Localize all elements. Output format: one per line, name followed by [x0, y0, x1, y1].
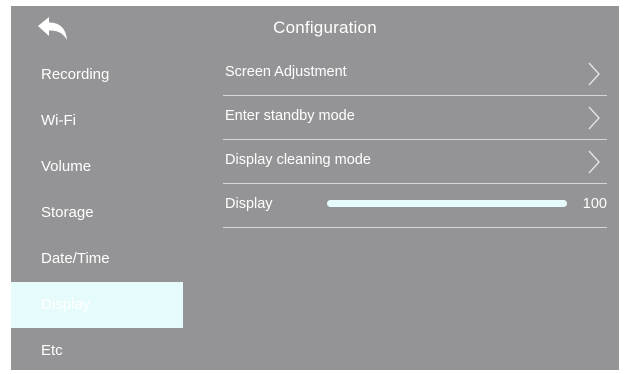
sidebar-item-label: Etc	[41, 342, 63, 359]
screen-adjustment-item[interactable]: Screen Adjustment	[223, 52, 607, 96]
enter-standby-mode-item[interactable]: Enter standby mode	[223, 96, 607, 140]
sidebar-item-wifi[interactable]: Wi-Fi	[11, 98, 183, 144]
chevron-right-icon	[588, 150, 600, 174]
sidebar-item-label: Storage	[41, 204, 94, 221]
display-cleaning-mode-item[interactable]: Display cleaning mode	[223, 140, 607, 184]
chevron-right-icon	[588, 62, 600, 86]
item-label: Display cleaning mode	[225, 152, 371, 168]
sidebar-item-volume[interactable]: Volume	[11, 144, 183, 190]
sidebar-item-label: Wi-Fi	[41, 112, 76, 129]
sidebar-item-label: Recording	[41, 66, 110, 83]
sidebar-item-label: Volume	[41, 158, 92, 175]
item-label: Screen Adjustment	[225, 64, 347, 80]
sidebar-item-date-time[interactable]: Date/Time	[11, 236, 183, 282]
sidebar-item-display[interactable]: Display	[11, 282, 183, 328]
chevron-right-icon	[588, 106, 600, 130]
sidebar-item-etc[interactable]: Etc	[11, 328, 183, 370]
configuration-screen: Configuration Recording Wi-Fi Volume Sto…	[11, 6, 619, 370]
sidebar-item-label: Display	[41, 296, 91, 313]
brightness-slider-fill	[327, 200, 567, 207]
sidebar-item-label: Date/Time	[41, 250, 110, 267]
sidebar: Recording Wi-Fi Volume Storage Date/Time…	[11, 52, 183, 370]
page-title: Configuration	[273, 18, 377, 37]
sidebar-item-recording[interactable]: Recording	[11, 52, 183, 98]
display-brightness-row: Display 100	[223, 184, 607, 228]
sidebar-item-storage[interactable]: Storage	[11, 190, 183, 236]
brightness-value: 100	[582, 196, 607, 212]
brightness-slider[interactable]	[327, 200, 567, 207]
item-label: Enter standby mode	[225, 108, 355, 124]
brightness-label: Display	[225, 196, 273, 212]
top-bar: Configuration	[11, 6, 619, 52]
